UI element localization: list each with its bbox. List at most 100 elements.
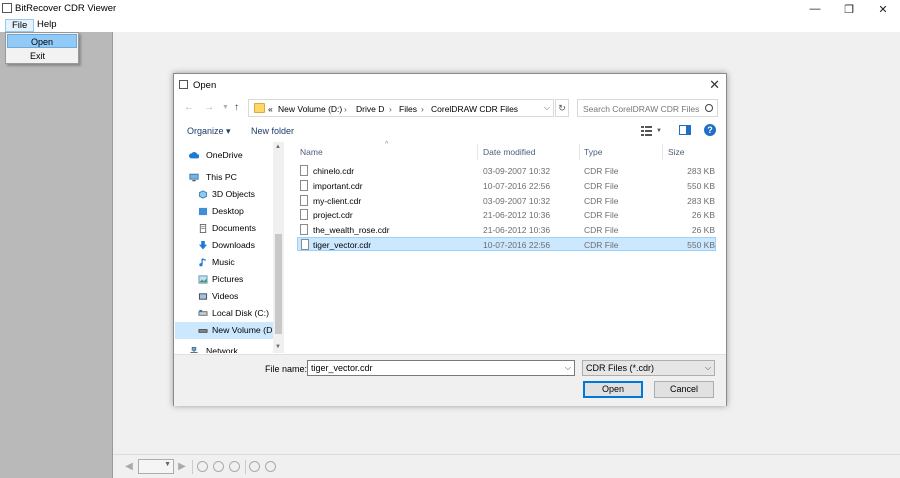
file-row[interactable]: project.cdr 21-06-2012 10:36 CDR File 26… <box>297 208 716 222</box>
file-row[interactable]: the_wealth_rose.cdr 21-06-2012 10:36 CDR… <box>297 223 716 237</box>
tree-item-pictures[interactable]: Pictures <box>175 271 275 288</box>
file-size: 283 KB <box>687 196 715 206</box>
column-divider[interactable] <box>579 144 580 160</box>
breadcrumb-drive-d[interactable]: Drive D <box>356 104 384 114</box>
zoom-fit-icon[interactable] <box>197 461 208 472</box>
tree-item-3d-objects[interactable]: 3D Objects <box>175 186 275 203</box>
minimize-button[interactable]: — <box>798 0 832 18</box>
tree-item-downloads[interactable]: Downloads <box>175 237 275 254</box>
dialog-close-icon[interactable]: ✕ <box>709 77 720 93</box>
column-header-size[interactable]: Size <box>668 147 685 157</box>
left-panel <box>0 32 113 478</box>
tree-item-videos[interactable]: Videos <box>175 288 275 305</box>
file-icon <box>300 165 308 176</box>
tree-item-music[interactable]: Music <box>175 254 275 271</box>
breadcrumb-coreldraw[interactable]: CorelDRAW CDR Files <box>431 104 518 114</box>
file-name-input[interactable]: tiger_vector.cdr ⌵ <box>307 360 575 376</box>
tree-item-onedrive[interactable]: OneDrive <box>175 147 275 164</box>
maximize-button[interactable]: ❐ <box>832 0 866 18</box>
tree-item-local-disk[interactable]: Local Disk (C:) <box>175 305 275 322</box>
tree-scrollbar[interactable]: ▲ ▼ <box>273 142 284 353</box>
menu-file[interactable]: File <box>5 19 35 32</box>
command-bar: Organize ▾ New folder ▼ ? <box>174 120 726 142</box>
tree-item-network[interactable]: Network <box>175 343 275 353</box>
file-row-selected[interactable]: tiger_vector.cdr 10-07-2016 22:56 CDR Fi… <box>297 237 716 251</box>
preview-pane-icon[interactable] <box>679 125 691 136</box>
chevron-down-icon: ▼ <box>164 461 171 468</box>
refresh-icon[interactable]: ↻ <box>555 99 569 117</box>
file-row[interactable]: important.cdr 10-07-2016 22:56 CDR File … <box>297 179 716 193</box>
viewer-toolbar: ◀ ▼ ▶ <box>113 454 900 478</box>
desktop-icon <box>198 207 208 216</box>
scroll-up-icon[interactable]: ▲ <box>275 144 281 150</box>
open-button[interactable]: Open <box>583 381 643 398</box>
tree-item-documents[interactable]: Documents <box>175 220 275 237</box>
view-options-icon[interactable] <box>641 125 654 136</box>
app-icon <box>2 3 12 13</box>
videos-icon <box>198 293 208 300</box>
file-type-select[interactable]: CDR Files (*.cdr) ⌵ <box>582 360 715 376</box>
back-arrow-icon[interactable]: ← <box>184 102 194 113</box>
zoom-out-icon[interactable] <box>265 461 276 472</box>
menu-help[interactable]: Help <box>31 19 63 32</box>
up-arrow-icon[interactable]: ↑ <box>234 102 239 113</box>
tree-item-label: 3D Objects <box>212 189 255 199</box>
tree-item-label: Pictures <box>212 274 244 284</box>
file-type: CDR File <box>584 240 619 250</box>
breadcrumb-overflow[interactable]: « <box>268 104 273 114</box>
menu-item-exit[interactable]: Exit <box>7 49 77 63</box>
zoom-in-icon[interactable] <box>249 461 260 472</box>
view-dropdown-icon[interactable]: ▼ <box>656 128 662 134</box>
tree-item-new-volume[interactable]: New Volume (D:) <box>175 322 278 339</box>
prev-page-icon[interactable]: ◀ <box>123 461 135 473</box>
column-header-name[interactable]: Name <box>300 147 323 157</box>
file-name-label: File name: <box>265 364 308 374</box>
menu-item-open[interactable]: Open <box>7 34 77 48</box>
file-row[interactable]: my-client.cdr 03-09-2007 10:32 CDR File … <box>297 194 716 208</box>
scrollbar-thumb[interactable] <box>275 234 282 334</box>
tree-item-label: Documents <box>212 223 256 233</box>
breadcrumb-separator: › <box>344 104 347 114</box>
tree-item-this-pc[interactable]: This PC <box>175 169 275 186</box>
column-header-type[interactable]: Type <box>584 147 602 157</box>
file-icon <box>301 239 309 250</box>
close-button[interactable]: ✕ <box>866 0 900 18</box>
folder-icon <box>254 103 265 113</box>
address-bar[interactable]: « New Volume (D:) › Drive D › Files › Co… <box>248 99 554 117</box>
tree-item-label: New Volume (D:) <box>212 325 278 335</box>
file-name: important.cdr <box>313 181 363 191</box>
breadcrumb-new-volume[interactable]: New Volume (D:) <box>278 104 342 114</box>
new-folder-button[interactable]: New folder <box>251 126 294 136</box>
column-divider[interactable] <box>477 144 478 160</box>
help-icon[interactable]: ? <box>704 124 716 136</box>
column-header-date[interactable]: Date modified <box>483 147 535 157</box>
zoom-width-icon[interactable] <box>213 461 224 472</box>
file-name: the_wealth_rose.cdr <box>313 225 390 235</box>
file-type: CDR File <box>584 166 619 176</box>
forward-arrow-icon[interactable]: → <box>204 102 214 113</box>
breadcrumb-files[interactable]: Files <box>399 104 417 114</box>
search-input[interactable]: Search CorelDRAW CDR Files <box>577 99 718 117</box>
page-select[interactable]: ▼ <box>138 459 174 474</box>
cancel-button[interactable]: Cancel <box>654 381 714 398</box>
scroll-down-icon[interactable]: ▼ <box>275 344 281 350</box>
navigation-bar: ← → ▼ ↑ « New Volume (D:) › Drive D › Fi… <box>174 96 726 120</box>
tree-item-desktop[interactable]: Desktop <box>175 203 275 220</box>
next-page-icon[interactable]: ▶ <box>176 461 188 473</box>
network-icon <box>190 347 198 353</box>
file-date: 03-09-2007 10:32 <box>483 196 551 206</box>
zoom-page-icon[interactable] <box>229 461 240 472</box>
chevron-down-icon[interactable]: ⌵ <box>544 103 550 113</box>
search-icon <box>705 104 713 112</box>
file-row[interactable]: chinelo.cdr 03-09-2007 10:32 CDR File 28… <box>297 164 716 178</box>
organize-button[interactable]: Organize ▾ <box>187 126 231 137</box>
download-icon <box>198 241 208 250</box>
recent-locations-icon[interactable]: ▼ <box>222 104 229 111</box>
column-divider[interactable] <box>662 144 663 160</box>
file-list: Name ^ Date modified Type Size chinelo.c… <box>293 141 718 353</box>
tree-item-label: Videos <box>212 291 239 301</box>
file-size: 26 KB <box>691 225 715 235</box>
file-name: tiger_vector.cdr <box>313 240 372 250</box>
file-size: 550 KB <box>687 240 715 250</box>
chevron-down-icon[interactable]: ⌵ <box>565 363 571 373</box>
